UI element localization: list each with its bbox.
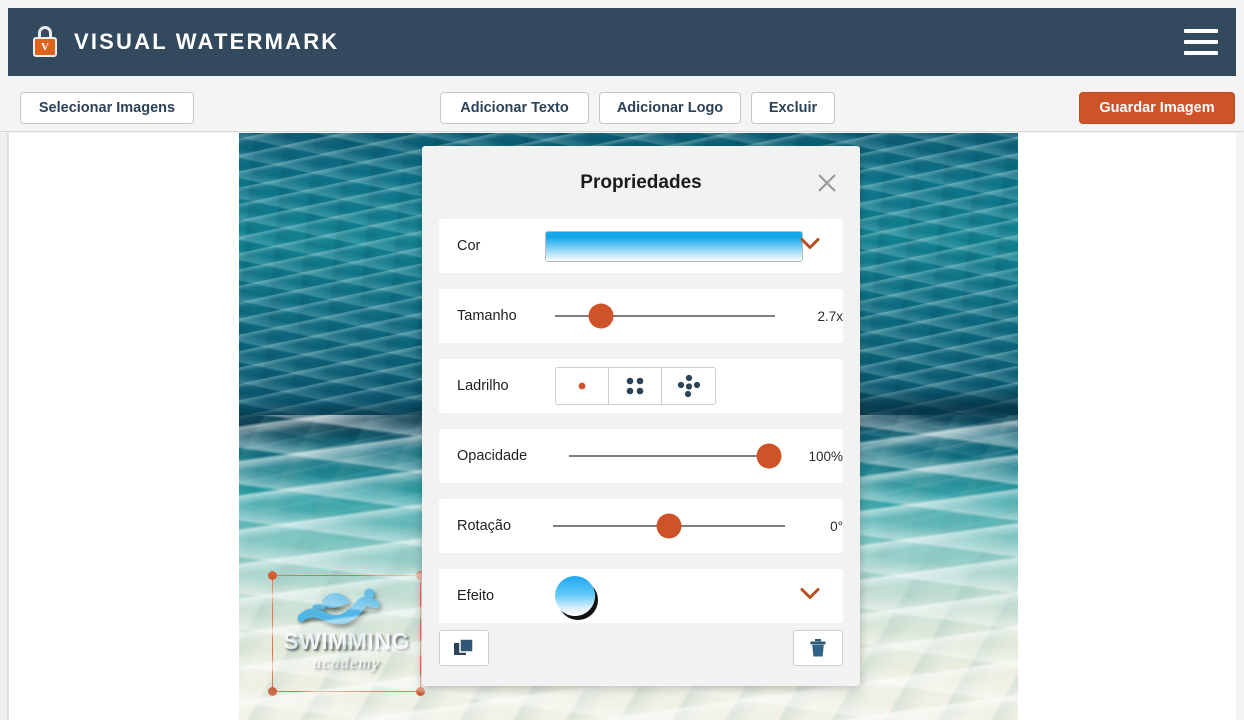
- watermark-content: SWIMMING academy: [272, 575, 421, 692]
- rotation-slider-knob[interactable]: [656, 513, 682, 539]
- effect-preview[interactable]: [555, 576, 595, 616]
- rotation-slider[interactable]: [553, 513, 785, 539]
- opacity-slider[interactable]: [569, 443, 782, 469]
- duplicate-icon[interactable]: [439, 630, 489, 666]
- panel-actions: [439, 630, 843, 666]
- tile-grid4-glyph: [626, 377, 644, 395]
- padlock-body: V: [33, 37, 57, 57]
- properties-panel: Propriedades Cor Tamanho 2.7x Ladrilho O…: [422, 146, 860, 686]
- property-rows: Cor Tamanho 2.7x Ladrilho Opacidade 100%…: [439, 219, 843, 639]
- label-effect: Efeito: [457, 588, 495, 604]
- row-rotation: Rotação 0°: [439, 499, 843, 553]
- opacity-slider-track: [569, 455, 769, 457]
- watermark-selection-box: [268, 571, 425, 696]
- size-value: 2.7x: [817, 308, 843, 324]
- watermark-title: SWIMMING: [283, 628, 410, 654]
- chevron-glyph: [800, 238, 820, 249]
- watermark-object[interactable]: SWIMMING academy: [268, 571, 425, 696]
- tile-option-group: [555, 367, 716, 405]
- size-slider[interactable]: [555, 303, 775, 329]
- label-tile: Ladrilho: [457, 378, 509, 394]
- tile-single-glyph: [578, 382, 586, 390]
- toolbar: Selecionar Imagens Adicionar Texto Adici…: [0, 84, 1244, 132]
- panel-title: Propriedades: [580, 172, 702, 193]
- hamburger-menu-icon[interactable]: [1184, 29, 1218, 55]
- label-rotation: Rotação: [457, 518, 512, 534]
- resize-handle-bottom-left[interactable]: [268, 687, 277, 696]
- hamburger-bar: [1184, 40, 1218, 44]
- hamburger-bar: [1184, 29, 1218, 33]
- resize-handle-top-left[interactable]: [268, 571, 277, 580]
- duplicate-glyph: [454, 638, 474, 655]
- color-chevron-down-icon[interactable]: [799, 237, 821, 256]
- row-size: Tamanho 2.7x: [439, 289, 843, 343]
- tile-single-icon[interactable]: [556, 368, 609, 404]
- size-slider-knob[interactable]: [588, 303, 614, 329]
- brand: V VISUAL WATERMARK: [30, 26, 339, 58]
- tile-diamond5-glyph: [677, 374, 700, 398]
- row-opacity: Opacidade 100%: [439, 429, 843, 483]
- swimmer-icon: [297, 588, 380, 625]
- row-tile: Ladrilho: [439, 359, 843, 413]
- label-size: Tamanho: [457, 308, 517, 324]
- tile-grid4-icon[interactable]: [609, 368, 662, 404]
- add-text-button[interactable]: Adicionar Texto: [440, 92, 589, 124]
- resize-handle-bottom-right[interactable]: [416, 687, 425, 696]
- add-logo-button[interactable]: Adicionar Logo: [599, 92, 741, 124]
- select-images-button[interactable]: Selecionar Imagens: [20, 92, 194, 124]
- save-image-button[interactable]: Guardar Imagem: [1079, 92, 1235, 124]
- rotation-value: 0°: [830, 518, 843, 534]
- delete-button[interactable]: Excluir: [751, 92, 835, 124]
- tile-diamond5-icon[interactable]: [662, 368, 715, 404]
- hamburger-bar: [1184, 51, 1218, 55]
- trash-glyph: [810, 639, 826, 657]
- label-color: Cor: [457, 238, 481, 254]
- effect-chevron-down-icon[interactable]: [799, 587, 821, 606]
- trash-icon[interactable]: [793, 630, 843, 666]
- opacity-slider-knob[interactable]: [756, 443, 782, 469]
- watermark-subtitle: academy: [312, 653, 381, 672]
- close-glyph: [818, 174, 836, 192]
- row-effect: Efeito: [439, 569, 843, 623]
- opacity-value: 100%: [808, 448, 843, 464]
- app-header: V VISUAL WATERMARK: [8, 8, 1236, 76]
- left-edge-gutter: [0, 133, 8, 720]
- brand-title: VISUAL WATERMARK: [74, 29, 340, 54]
- chevron-glyph: [800, 588, 820, 599]
- row-color: Cor: [439, 219, 843, 273]
- app-root: V VISUAL WATERMARK Selecionar Imagens Ad…: [0, 0, 1244, 720]
- label-opacity: Opacidade: [457, 448, 528, 464]
- padlock-icon: V: [30, 26, 60, 58]
- color-swatch[interactable]: [545, 230, 803, 262]
- close-icon[interactable]: [814, 170, 840, 196]
